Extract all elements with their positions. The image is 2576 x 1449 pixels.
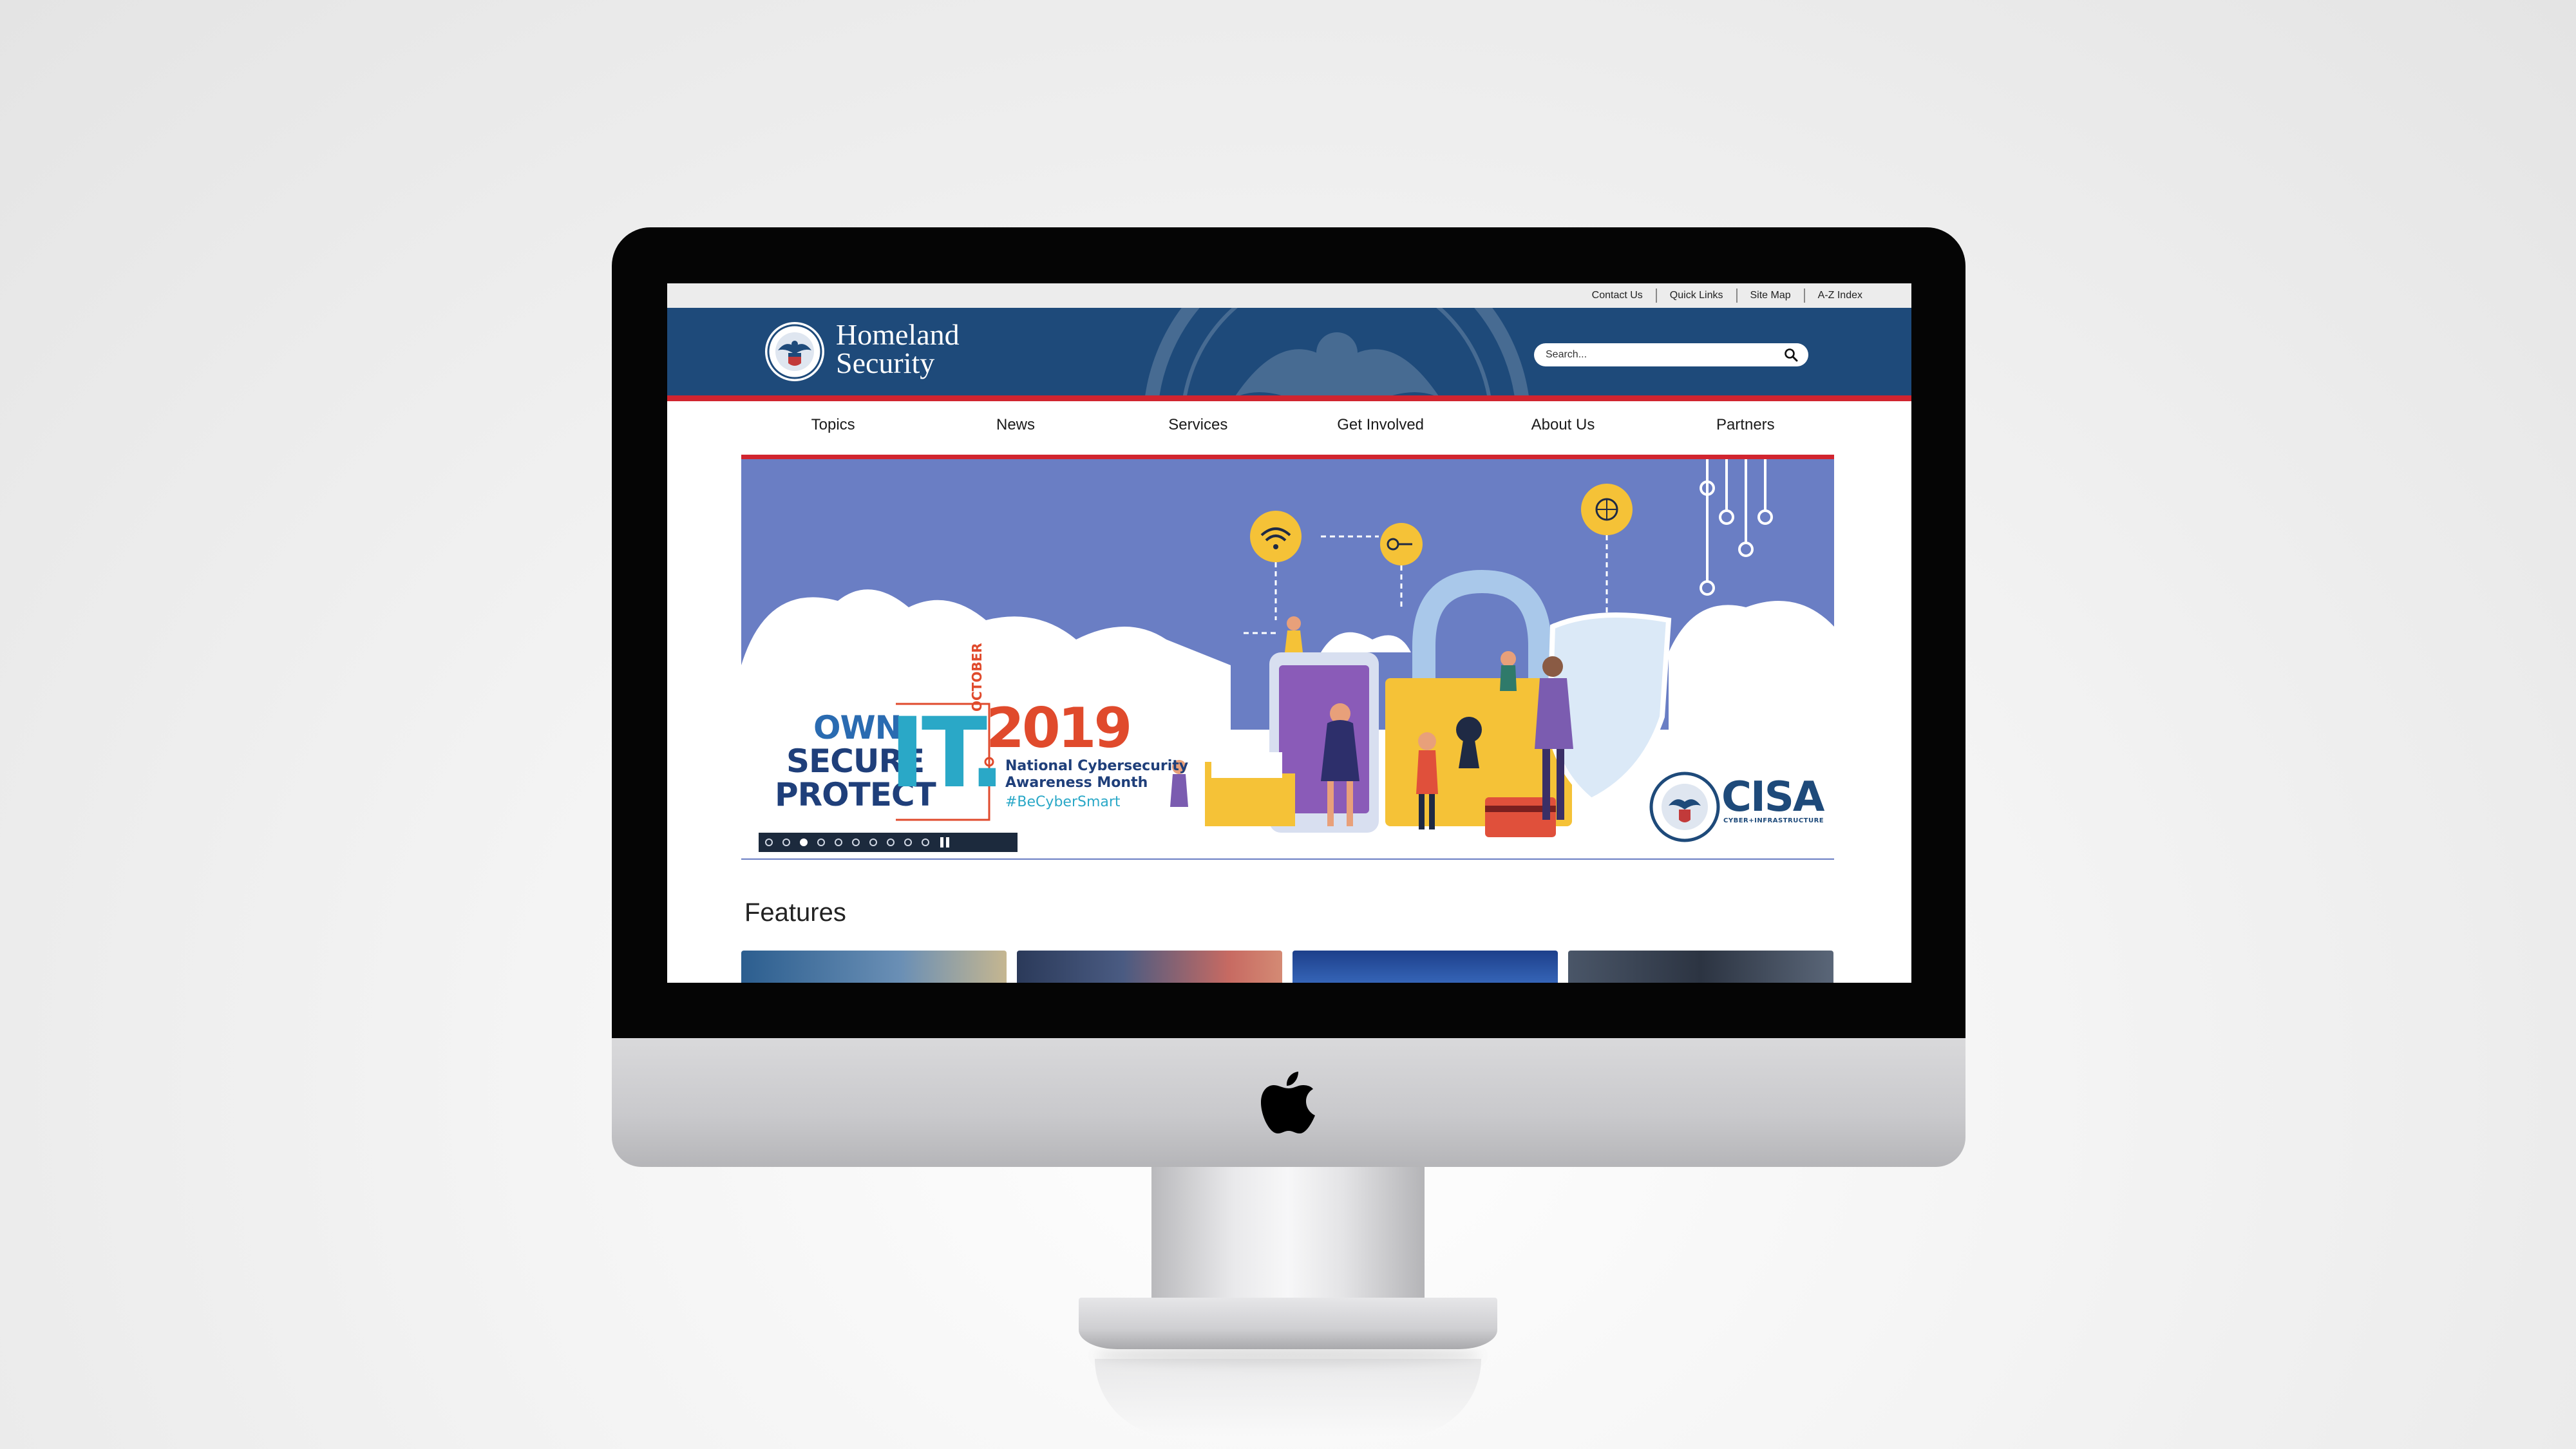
carousel-dot-6[interactable] xyxy=(852,838,860,846)
nav-news[interactable]: News xyxy=(924,404,1106,446)
hero-hashtag: #BeCyberSmart xyxy=(1005,794,1121,810)
browser-screen: Contact Us Quick Links Site Map A-Z Inde… xyxy=(667,283,1911,983)
carousel-dot-7[interactable] xyxy=(869,838,877,846)
hero-october-text: OCTOBER xyxy=(969,643,985,712)
utility-bar: Contact Us Quick Links Site Map A-Z Inde… xyxy=(667,283,1911,308)
carousel-dot-8[interactable] xyxy=(887,838,895,846)
pause-icon[interactable] xyxy=(940,837,949,848)
feature-card-4[interactable] xyxy=(1568,951,1833,983)
site-brand: Homeland Security xyxy=(836,318,960,379)
hero-campaign-line-2: Awareness Month xyxy=(1005,775,1148,791)
hero-campaign-line-1: National Cybersecurity xyxy=(1005,758,1189,774)
contact-us-link[interactable]: Contact Us xyxy=(1579,289,1656,303)
nav-topics[interactable]: Topics xyxy=(742,404,924,446)
brand-line-1: Homeland xyxy=(836,318,960,351)
nav-about-us[interactable]: About Us xyxy=(1472,404,1654,446)
cisa-logo-text: CISA xyxy=(1721,773,1824,821)
stand-reflection xyxy=(1095,1359,1481,1436)
carousel-dot-1[interactable] xyxy=(765,838,773,846)
feature-card-1[interactable] xyxy=(741,951,1007,983)
carousel-dot-9[interactable] xyxy=(904,838,912,846)
carousel-dot-2[interactable] xyxy=(782,838,790,846)
site-header: Homeland Security xyxy=(667,308,1911,395)
cisa-logo-subtext: CYBER+INFRASTRUCTURE xyxy=(1723,817,1824,824)
carousel-dot-4[interactable] xyxy=(817,838,825,846)
carousel-dot-10[interactable] xyxy=(922,838,929,846)
apple-logo-icon xyxy=(1261,1072,1315,1133)
dhs-seal-icon xyxy=(765,322,824,381)
search-icon[interactable] xyxy=(1784,348,1798,362)
search-input[interactable] xyxy=(1546,343,1777,366)
carousel-dot-3[interactable] xyxy=(800,838,808,846)
feature-card-3[interactable] xyxy=(1293,951,1558,983)
hero-year-text: 2019 xyxy=(986,696,1132,761)
hero-it-text: IT. xyxy=(889,697,1005,810)
nav-partners[interactable]: Partners xyxy=(1654,404,1837,446)
hero-carousel-slide[interactable]: OWN SECURE PROTECT IT. OCTOBER 2019 Nati… xyxy=(741,455,1834,860)
nav-get-involved[interactable]: Get Involved xyxy=(1289,404,1472,446)
imac-stand-neck xyxy=(1151,1167,1425,1299)
utility-links: Contact Us Quick Links Site Map A-Z Inde… xyxy=(1579,283,1875,308)
feature-card-2[interactable] xyxy=(1017,951,1282,983)
header-red-stripe xyxy=(667,395,1911,401)
features-heading: Features xyxy=(744,898,846,927)
hero-own-text: OWN xyxy=(813,709,902,746)
imac-stand-foot xyxy=(1079,1298,1497,1349)
nav-services[interactable]: Services xyxy=(1107,404,1289,446)
brand-line-2: Security xyxy=(836,346,935,379)
site-map-link[interactable]: Site Map xyxy=(1736,289,1804,303)
main-navigation: Topics News Services Get Involved About … xyxy=(742,404,1837,446)
search-box xyxy=(1534,343,1808,366)
carousel-dot-5[interactable] xyxy=(835,838,842,846)
carousel-controls xyxy=(759,833,1018,852)
az-index-link[interactable]: A-Z Index xyxy=(1803,289,1875,303)
quick-links-link[interactable]: Quick Links xyxy=(1655,289,1736,303)
